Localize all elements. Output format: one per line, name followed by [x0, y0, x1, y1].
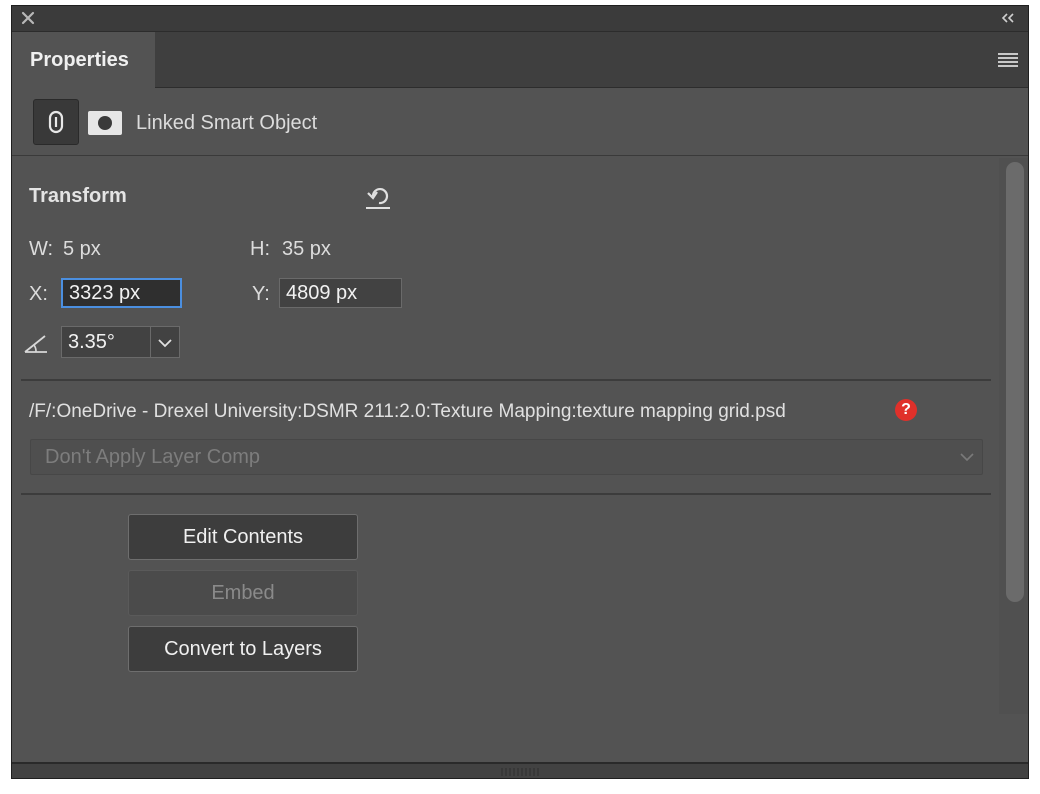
panel-menu-icon[interactable] — [998, 53, 1018, 67]
x-label: X: — [29, 283, 48, 305]
linked-file-path: /F/:OneDrive - Drexel University:DSMR 21… — [29, 401, 786, 422]
layer-type-row: Linked Smart Object — [12, 88, 1028, 156]
angle-icon — [24, 335, 47, 353]
collapse-icon[interactable] — [1000, 12, 1016, 24]
mask-icon[interactable] — [88, 111, 122, 135]
y-position-input[interactable] — [279, 278, 402, 308]
tab-bar: Properties — [12, 32, 1028, 88]
tab-properties[interactable]: Properties — [12, 32, 155, 88]
panel-resize-bar — [12, 762, 1028, 778]
smart-object-button[interactable] — [33, 99, 79, 145]
chevron-down-icon — [158, 339, 172, 348]
reset-icon[interactable] — [364, 183, 394, 211]
height-value[interactable]: 35 px — [282, 238, 331, 261]
scrollbar-thumb[interactable] — [1006, 162, 1024, 602]
link-icon — [48, 110, 64, 134]
height-label: H: — [250, 238, 270, 260]
close-icon[interactable] — [21, 11, 35, 25]
section-divider — [21, 379, 991, 381]
x-position-input[interactable] — [61, 278, 182, 308]
embed-button: Embed — [128, 570, 358, 616]
layer-comp-select: Don't Apply Layer Comp — [30, 439, 983, 475]
resize-grip-icon[interactable] — [500, 768, 540, 776]
section-divider — [21, 493, 991, 495]
layer-comp-value: Don't Apply Layer Comp — [45, 446, 261, 468]
width-value[interactable]: 5 px — [63, 238, 101, 261]
layer-type-label: Linked Smart Object — [136, 112, 318, 134]
panel-titlebar — [12, 6, 1028, 32]
chevron-down-icon — [960, 453, 974, 462]
properties-panel: Properties Linked Smart Object Transform… — [11, 5, 1029, 779]
transform-heading: Transform — [29, 185, 127, 207]
rotation-angle-input[interactable] — [61, 326, 151, 358]
angle-dropdown-button[interactable] — [150, 326, 180, 358]
y-label: Y: — [252, 283, 270, 305]
edit-contents-button[interactable]: Edit Contents — [128, 514, 358, 560]
help-icon[interactable]: ? — [895, 399, 917, 421]
convert-to-layers-button[interactable]: Convert to Layers — [128, 626, 358, 672]
width-label: W: — [29, 238, 54, 260]
